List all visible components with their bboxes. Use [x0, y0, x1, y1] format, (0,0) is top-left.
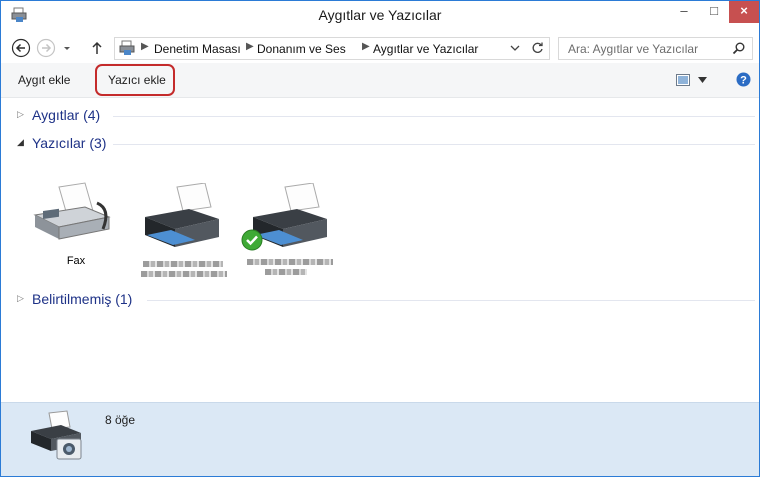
recent-locations-chevron-icon[interactable]: [61, 38, 73, 58]
printer-icon: [145, 183, 219, 247]
explorer-window: Aygıtlar ve Yazıcılar – □ × ▶ Denetim Ma…: [0, 0, 760, 477]
device-fax[interactable]: Fax: [21, 173, 131, 283]
redacted-label: [265, 269, 307, 275]
add-printer-button[interactable]: Yazıcı ekle: [108, 73, 166, 87]
collapse-arrow-icon[interactable]: ◢: [17, 137, 24, 148]
device-printer-default[interactable]: [239, 173, 349, 283]
search-input[interactable]: Ara: Aygıtlar ve Yazıcılar: [558, 37, 753, 60]
group-header-printers[interactable]: ◢ Yazıcılar (3): [1, 133, 759, 155]
close-button[interactable]: ×: [729, 1, 759, 23]
group-header-devices[interactable]: ▷ Aygıtlar (4): [1, 105, 759, 127]
up-arrow-icon[interactable]: [89, 38, 105, 58]
dropdown-chevron-icon[interactable]: [510, 43, 520, 53]
command-bar: Aygıt ekle Yazıcı ekle ?: [1, 63, 759, 98]
address-row: ▶ Denetim Masası ▶ Donanım ve Ses ▶ Aygı…: [1, 33, 759, 63]
address-bar[interactable]: ▶ Denetim Masası ▶ Donanım ve Ses ▶ Aygı…: [114, 37, 550, 60]
search-placeholder: Ara: Aygıtlar ve Yazıcılar: [568, 42, 699, 56]
group-divider: [113, 144, 755, 145]
add-device-button[interactable]: Aygıt ekle: [18, 73, 70, 87]
forward-arrow-icon[interactable]: [36, 38, 56, 58]
group-divider: [147, 300, 755, 301]
breadcrumb-devices-printers[interactable]: Aygıtlar ve Yazıcılar: [373, 42, 478, 56]
help-icon[interactable]: ?: [736, 72, 751, 87]
refresh-icon[interactable]: [531, 41, 544, 55]
redacted-label: [141, 271, 227, 277]
minimize-button[interactable]: –: [669, 1, 699, 23]
expand-arrow-icon[interactable]: ▷: [17, 109, 24, 120]
group-header-unspecified[interactable]: ▷ Belirtilmemiş (1): [1, 289, 759, 311]
group-title-unspecified: Belirtilmemiş (1): [32, 291, 133, 307]
window-title: Aygıtlar ve Yazıcılar: [318, 7, 442, 23]
svg-text:?: ?: [740, 75, 747, 87]
fax-icon: [33, 182, 111, 240]
group-divider: [113, 116, 755, 117]
search-icon[interactable]: [732, 41, 746, 55]
chevron-right-icon[interactable]: ▶: [362, 41, 370, 52]
back-arrow-icon[interactable]: [11, 38, 31, 58]
view-options-chevron-icon[interactable]: [698, 77, 707, 83]
control-panel-icon: [119, 40, 135, 55]
redacted-label: [247, 259, 333, 265]
devices-printers-large-icon: [31, 410, 82, 460]
redacted-label: [143, 261, 223, 267]
group-title-printers: Yazıcılar (3): [32, 135, 107, 151]
device-label: Fax: [66, 255, 86, 267]
breadcrumb-control-panel[interactable]: Denetim Masası: [154, 42, 241, 56]
change-view-icon[interactable]: [676, 74, 690, 86]
chevron-right-icon[interactable]: ▶: [141, 41, 149, 52]
device-printer[interactable]: [131, 173, 241, 283]
chevron-right-icon[interactable]: ▶: [246, 41, 254, 52]
item-count: 8 öğe: [105, 413, 136, 427]
maximize-button[interactable]: □: [701, 1, 727, 23]
expand-arrow-icon[interactable]: ▷: [17, 293, 24, 304]
group-title-devices: Aygıtlar (4): [32, 107, 101, 123]
default-printer-check-icon: [241, 229, 263, 251]
breadcrumb-hardware-sound[interactable]: Donanım ve Ses: [257, 42, 346, 56]
details-pane: 8 öğe: [1, 402, 759, 476]
title-bar[interactable]: Aygıtlar ve Yazıcılar – □ ×: [1, 1, 759, 31]
